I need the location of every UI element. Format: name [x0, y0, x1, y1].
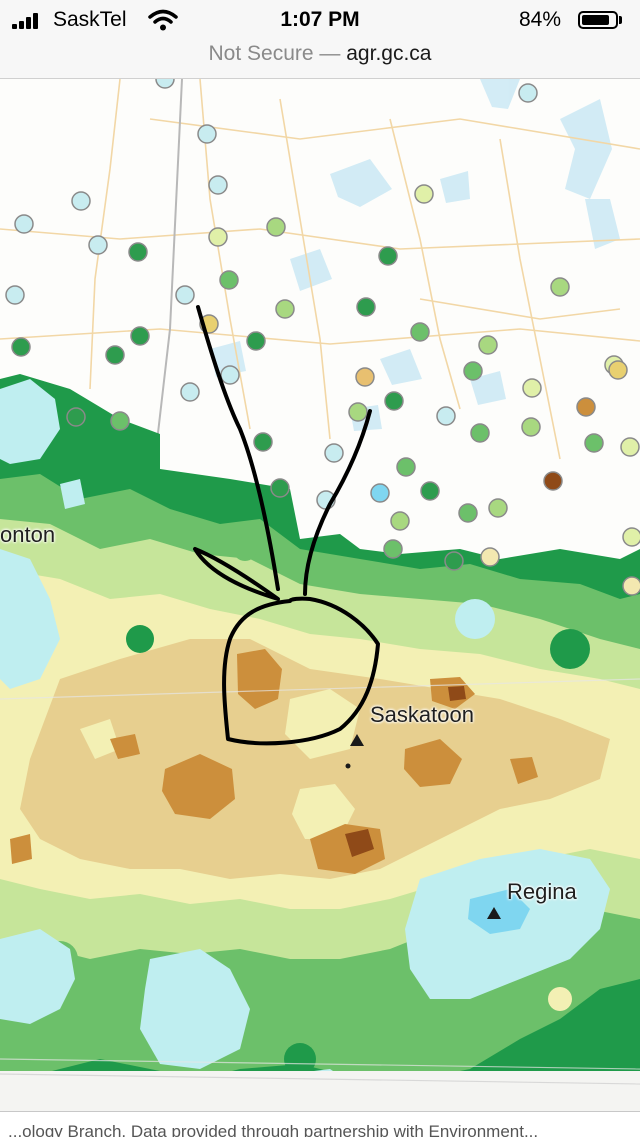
station-marker: [396, 457, 416, 477]
station-marker: [370, 483, 390, 503]
station-marker: [180, 382, 200, 402]
map-credit-text: ...ology Branch. Data provided through p…: [8, 1122, 539, 1137]
station-marker: [444, 551, 464, 571]
station-marker: [390, 511, 410, 531]
station-marker: [275, 299, 295, 319]
station-marker: [220, 365, 240, 385]
station-marker: [253, 432, 273, 452]
station-marker: [480, 547, 500, 567]
station-marker: [463, 361, 483, 381]
station-marker: [620, 437, 640, 457]
edmonton-label: onton: [0, 522, 56, 547]
station-marker: [458, 503, 478, 523]
station-marker: [584, 433, 604, 453]
station-marker: [522, 378, 542, 398]
station-marker: [128, 242, 148, 262]
station-marker: [219, 270, 239, 290]
map-credit-strip: ...ology Branch. Data provided through p…: [0, 1111, 640, 1137]
station-marker: [197, 124, 217, 144]
station-marker: [414, 184, 434, 204]
station-marker: [478, 335, 498, 355]
battery-icon: [578, 11, 618, 29]
station-marker: [208, 227, 228, 247]
station-marker: [324, 443, 344, 463]
station-marker: [270, 478, 290, 498]
security-warning: Not Secure —: [208, 42, 341, 65]
station-marker: [11, 337, 31, 357]
town-dot-icon: [345, 763, 351, 769]
battery-percentage: 84%: [519, 8, 562, 31]
station-marker: [622, 527, 640, 547]
map-outer-margin: [0, 1071, 640, 1111]
station-marker: [420, 481, 440, 501]
station-marker: [608, 360, 628, 380]
precipitation-map: [0, 79, 640, 1111]
station-marker: [550, 277, 570, 297]
station-marker: [383, 539, 403, 559]
station-marker: [266, 217, 286, 237]
status-bar: SaskTel 1:07 PM 84%: [0, 0, 640, 40]
station-marker: [348, 402, 368, 422]
station-marker: [384, 391, 404, 411]
regina-label: Regina: [507, 879, 577, 904]
station-marker: [110, 411, 130, 431]
map-view[interactable]: onton Saskatoon Regina: [0, 79, 640, 1111]
station-marker: [355, 367, 375, 387]
station-marker: [378, 246, 398, 266]
station-marker: [88, 235, 108, 255]
station-marker: [576, 397, 596, 417]
address-bar[interactable]: Not Secure — agr.gc.ca: [0, 40, 640, 79]
station-marker: [208, 175, 228, 195]
station-marker: [521, 417, 541, 437]
station-marker: [518, 83, 538, 103]
station-marker: [66, 407, 86, 427]
station-marker: [175, 285, 195, 305]
station-marker: [130, 326, 150, 346]
station-marker: [543, 471, 563, 491]
battery-tip: [619, 16, 622, 24]
station-marker: [5, 285, 25, 305]
station-marker: [71, 191, 91, 211]
station-marker: [488, 498, 508, 518]
station-marker: [246, 331, 266, 351]
station-marker: [470, 423, 490, 443]
station-marker: [622, 576, 640, 596]
saskatoon-label: Saskatoon: [370, 702, 474, 727]
station-marker: [14, 214, 34, 234]
battery-level-fill: [582, 15, 609, 25]
station-marker: [105, 345, 125, 365]
station-marker: [356, 297, 376, 317]
station-marker: [410, 322, 430, 342]
station-marker: [436, 406, 456, 426]
url-domain[interactable]: agr.gc.ca: [346, 42, 431, 65]
